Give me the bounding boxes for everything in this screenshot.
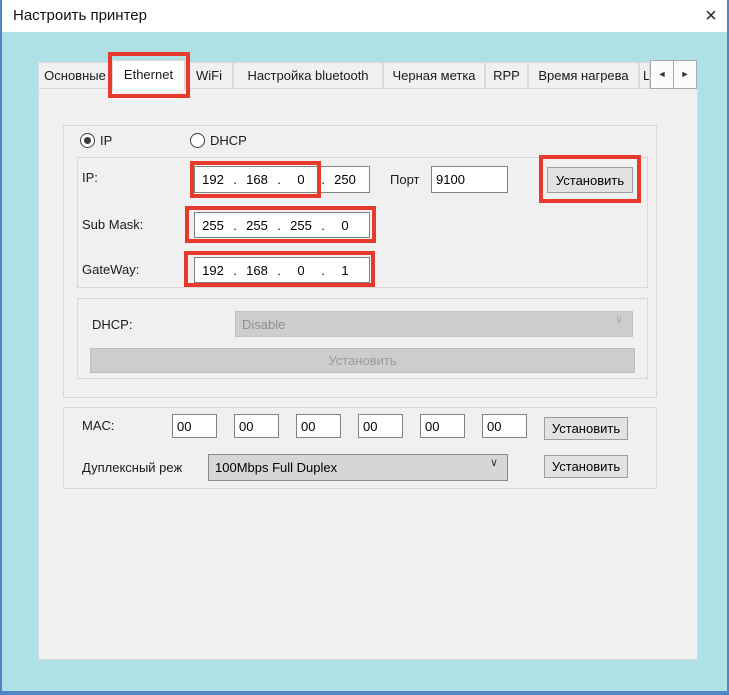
- set-dhcp-button: Установить: [90, 348, 635, 373]
- ip-octet-1[interactable]: 192: [195, 172, 231, 187]
- octet-dot: .: [275, 263, 283, 278]
- mac-input-4[interactable]: [358, 414, 403, 438]
- mac-input-1[interactable]: [172, 414, 217, 438]
- submask-octet-2[interactable]: 255: [239, 218, 275, 233]
- submask-octet-1[interactable]: 255: [195, 218, 231, 233]
- printer-settings-dialog: Настроить принтер × Основные Ethernet Wi…: [0, 0, 729, 695]
- submask-field[interactable]: 255.255.255.0: [194, 212, 370, 238]
- octet-dot: .: [275, 218, 283, 233]
- close-icon[interactable]: ×: [696, 1, 726, 31]
- gateway-label: GateWay:: [82, 262, 139, 277]
- dhcp-select: Disable ∨: [235, 311, 633, 337]
- dhcp-select-value: Disable: [242, 317, 285, 332]
- ip-mode-radio[interactable]: [80, 133, 95, 148]
- octet-dot: .: [231, 172, 239, 187]
- octet-dot: .: [231, 218, 239, 233]
- ip-address-field[interactable]: 192.168.0.250: [194, 166, 370, 193]
- octet-dot: .: [319, 263, 327, 278]
- ip-octet-4[interactable]: 250: [327, 172, 363, 187]
- duplex-label: Дуплексный реж: [82, 460, 182, 475]
- dialog-title: Настроить принтер: [13, 0, 147, 32]
- port-input[interactable]: [431, 166, 508, 193]
- tab-truncated[interactable]: L: [639, 62, 650, 89]
- mac-input-5[interactable]: [420, 414, 465, 438]
- tab-bluetooth[interactable]: Настройка bluetooth: [233, 62, 383, 89]
- tab-osnovnye[interactable]: Основные: [38, 62, 112, 89]
- gateway-octet-4[interactable]: 1: [327, 263, 363, 278]
- ip-mode-label: IP: [100, 133, 112, 148]
- tab-black-mark[interactable]: Черная метка: [383, 62, 485, 89]
- set-mac-button[interactable]: Установить: [544, 417, 628, 440]
- octet-dot: .: [231, 263, 239, 278]
- tab-scroll-left-icon[interactable]: ◄: [650, 60, 674, 89]
- chevron-down-icon: ∨: [490, 456, 498, 469]
- dhcp-mode-radio[interactable]: [190, 133, 205, 148]
- chevron-down-icon: ∨: [615, 313, 623, 326]
- submask-label: Sub Mask:: [82, 217, 143, 232]
- tab-heat-time[interactable]: Время нагрева: [528, 62, 639, 89]
- dhcp-label: DHCP:: [92, 317, 132, 332]
- ip-octet-3[interactable]: 0: [283, 172, 319, 187]
- gateway-octet-3[interactable]: 0: [283, 263, 319, 278]
- mac-input-3[interactable]: [296, 414, 341, 438]
- gateway-octet-2[interactable]: 168: [239, 263, 275, 278]
- mac-label: MAC:: [82, 418, 115, 433]
- set-duplex-button[interactable]: Установить: [544, 455, 628, 478]
- octet-dot: .: [275, 172, 283, 187]
- port-label: Порт: [390, 172, 419, 187]
- submask-octet-3[interactable]: 255: [283, 218, 319, 233]
- title-bar: Настроить принтер ×: [2, 0, 727, 32]
- mac-input-2[interactable]: [234, 414, 279, 438]
- mac-input-6[interactable]: [482, 414, 527, 438]
- ip-label: IP:: [82, 170, 98, 185]
- dhcp-mode-label: DHCP: [210, 133, 247, 148]
- gateway-octet-1[interactable]: 192: [195, 263, 231, 278]
- tab-scroll-right-icon[interactable]: ►: [673, 60, 697, 89]
- tab-wifi[interactable]: WiFi: [185, 62, 233, 89]
- submask-octet-4[interactable]: 0: [327, 218, 363, 233]
- set-ip-button[interactable]: Установить: [547, 167, 633, 193]
- ip-octet-2[interactable]: 168: [239, 172, 275, 187]
- duplex-select-value: 100Mbps Full Duplex: [215, 460, 337, 475]
- octet-dot: .: [319, 218, 327, 233]
- duplex-select[interactable]: 100Mbps Full Duplex ∨: [208, 454, 508, 481]
- gateway-field[interactable]: 192.168.0.1: [194, 257, 370, 283]
- tab-rpp[interactable]: RPP: [485, 62, 528, 89]
- tab-ethernet[interactable]: Ethernet: [112, 60, 185, 90]
- octet-dot: .: [319, 172, 327, 187]
